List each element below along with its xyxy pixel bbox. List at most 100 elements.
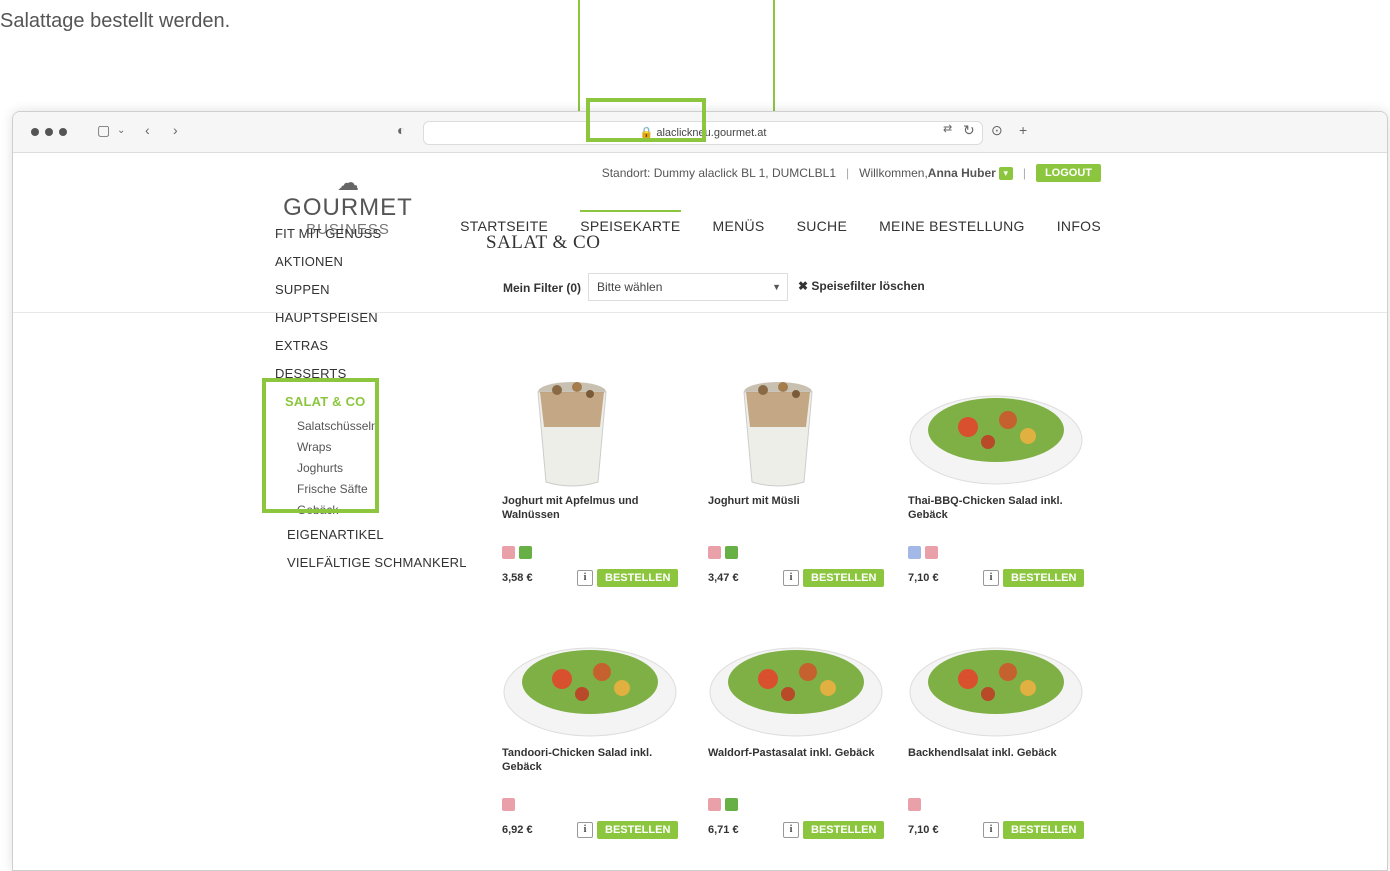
product-title[interactable]: Joghurt mit Müsli xyxy=(708,494,890,538)
order-button[interactable]: BESTELLEN xyxy=(803,821,885,839)
product-title[interactable]: Thai-BBQ-Chicken Salad inkl. Gebäck xyxy=(908,494,1090,538)
highlight-sidebar-box xyxy=(262,378,379,513)
meat-icon xyxy=(502,546,515,559)
product-tags xyxy=(708,546,890,560)
chevron-down-icon[interactable]: ⌄ xyxy=(117,125,125,136)
product-title[interactable]: Waldorf-Pastasalat inkl. Gebäck xyxy=(708,746,890,790)
logout-button[interactable]: LOGOUT xyxy=(1035,164,1101,182)
highlight-nav-box xyxy=(586,98,706,142)
shield-icon[interactable]: ◐ xyxy=(397,122,405,138)
yogurt-cup-image xyxy=(743,382,813,487)
nav-meine-bestellung[interactable]: MEINE BESTELLUNG xyxy=(879,218,1025,234)
info-icon[interactable]: i xyxy=(983,822,999,838)
divider: | xyxy=(846,166,850,180)
translate-icon[interactable]: ⇄ xyxy=(943,122,952,135)
meat-icon xyxy=(908,798,921,811)
meat-icon xyxy=(708,546,721,559)
window-dot[interactable] xyxy=(59,128,67,136)
section-heading: SALAT & CO xyxy=(486,232,601,253)
sidebar-item-suppen[interactable]: SUPPEN xyxy=(275,276,475,304)
sidebar-item-eigenartikel[interactable]: EIGENARTIKEL xyxy=(275,521,475,549)
product-title[interactable]: Backhendlsalat inkl. Gebäck xyxy=(908,746,1090,790)
filter-select[interactable]: Bitte wählen ▼ xyxy=(588,273,788,301)
order-button[interactable]: BESTELLEN xyxy=(597,569,679,587)
user-bar: Standort: Dummy alaclick BL 1, DUMCLBL1 … xyxy=(602,163,1101,183)
sidebar-item-hauptspeisen[interactable]: HAUPTSPEISEN xyxy=(275,304,475,332)
salad-bowl-image xyxy=(503,647,677,737)
product-price: 6,92 € xyxy=(502,824,533,836)
nav-infos[interactable]: INFOS xyxy=(1057,218,1101,234)
sidebar-item-fit-mit-genuss[interactable]: FIT MIT GENUSS xyxy=(275,220,475,248)
product-tags xyxy=(502,798,684,812)
caption-text: Salattage bestellt werden. xyxy=(0,10,231,32)
product-image[interactable] xyxy=(708,372,890,490)
user-name[interactable]: Anna Huber xyxy=(928,166,996,180)
chef-hat-icon: ☁ xyxy=(337,170,359,195)
product-tags xyxy=(708,798,890,812)
product-image[interactable] xyxy=(502,624,684,742)
product-actions: 6,71 € i BESTELLEN xyxy=(708,820,890,840)
product-actions: 3,47 € i BESTELLEN xyxy=(708,568,890,588)
sidebar-item-extras[interactable]: EXTRAS xyxy=(275,332,475,360)
info-icon[interactable]: i xyxy=(577,570,593,586)
product-price: 3,47 € xyxy=(708,572,739,584)
filter-select-value: Bitte wählen xyxy=(597,280,663,294)
sidebar-item-vielfaeltige-schmankerl[interactable]: VIELFÄLTIGE SCHMANKERL xyxy=(275,549,475,577)
site-header: ☁ GOURMET BUSINESS Standort: Dummy alacl… xyxy=(13,153,1387,261)
user-dropdown-icon[interactable]: ▾ xyxy=(998,166,1013,180)
product-card: Joghurt mit Apfelmus und Walnüssen 3,58 €… xyxy=(502,372,684,588)
clear-filter-link[interactable]: ✖ Speisefilter löschen xyxy=(798,279,925,293)
veg-icon xyxy=(725,798,738,811)
nav-menues[interactable]: MENÜS xyxy=(713,218,765,234)
product-price: 6,71 € xyxy=(708,824,739,836)
location-text: Standort: Dummy alaclick BL 1, DUMCLBL1 xyxy=(601,166,836,180)
veg-icon xyxy=(519,546,532,559)
product-title[interactable]: Joghurt mit Apfelmus und Walnüssen xyxy=(502,494,684,538)
sidebar-icon[interactable]: ▢ xyxy=(97,122,110,139)
order-button[interactable]: BESTELLEN xyxy=(803,569,885,587)
window-dot[interactable] xyxy=(31,128,39,136)
order-button[interactable]: BESTELLEN xyxy=(1003,821,1085,839)
chevron-down-icon: ▼ xyxy=(772,282,781,292)
product-price: 7,10 € xyxy=(908,824,939,836)
product-price: 7,10 € xyxy=(908,572,939,584)
filter-bar: Mein Filter (0) Bitte wählen ▼ ✖ Speisef… xyxy=(13,261,1387,313)
info-icon[interactable]: i xyxy=(983,570,999,586)
product-card: Backhendlsalat inkl. Gebäck 7,10 € i BESTEL… xyxy=(908,624,1090,840)
product-actions: 7,10 € i BESTELLEN xyxy=(908,568,1090,588)
product-tags xyxy=(908,546,1090,560)
clear-filter-label: Speisefilter löschen xyxy=(811,279,925,293)
product-card: Joghurt mit Müsli 3,47 € i BESTELLEN xyxy=(708,372,890,588)
divider: | xyxy=(1022,166,1026,180)
product-image[interactable] xyxy=(908,372,1090,490)
logo-brand: GOURMET xyxy=(283,194,413,221)
veg-icon xyxy=(725,546,738,559)
product-image[interactable] xyxy=(708,624,890,742)
product-image[interactable] xyxy=(908,624,1090,742)
sidebar-item-aktionen[interactable]: AKTIONEN xyxy=(275,248,475,276)
product-card: Thai-BBQ-Chicken Salad inkl. Gebäck 7,10 … xyxy=(908,372,1090,588)
order-button[interactable]: BESTELLEN xyxy=(1003,569,1085,587)
new-tab-icon[interactable]: + xyxy=(1019,122,1027,138)
product-card: Tandoori-Chicken Salad inkl. Gebäck 6,92 … xyxy=(502,624,684,840)
order-button[interactable]: BESTELLEN xyxy=(597,821,679,839)
product-price: 3,58 € xyxy=(502,572,533,584)
salad-bowl-image xyxy=(909,395,1083,485)
nav-suche[interactable]: SUCHE xyxy=(797,218,848,234)
yogurt-cup-image xyxy=(537,382,607,487)
meat-icon xyxy=(502,798,515,811)
info-icon[interactable]: i xyxy=(577,822,593,838)
browser-window: ▢ ⌄ ‹ › ◐ 🔒 alaclickneu.gourmet.at ⇄ ↻ ⊙… xyxy=(12,111,1388,871)
info-icon[interactable]: i xyxy=(783,570,799,586)
product-title[interactable]: Tandoori-Chicken Salad inkl. Gebäck xyxy=(502,746,684,790)
reload-icon[interactable]: ↻ xyxy=(963,122,975,139)
salad-bowl-image xyxy=(709,647,883,737)
back-icon[interactable]: ‹ xyxy=(145,122,150,138)
forward-icon[interactable]: › xyxy=(173,122,178,138)
download-icon[interactable]: ⊙ xyxy=(991,122,1003,139)
product-actions: 6,92 € i BESTELLEN xyxy=(502,820,684,840)
window-dot[interactable] xyxy=(45,128,53,136)
info-icon[interactable]: i xyxy=(783,822,799,838)
filter-label: Mein Filter (0) xyxy=(503,281,582,295)
product-image[interactable] xyxy=(502,372,684,490)
